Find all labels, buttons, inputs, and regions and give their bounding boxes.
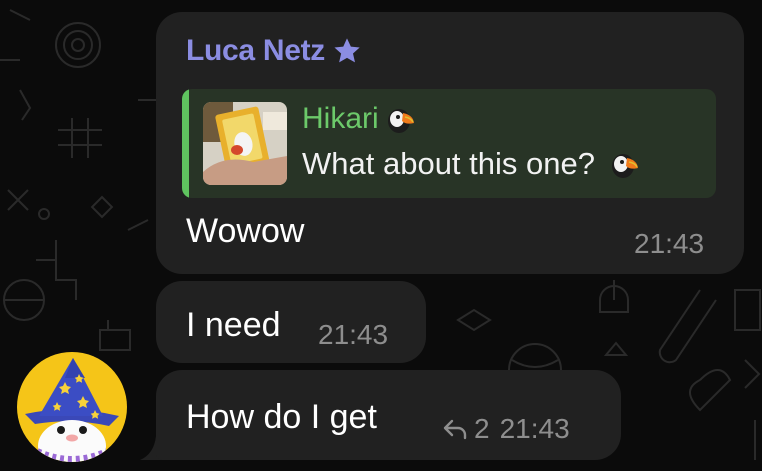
star-icon (334, 38, 360, 63)
reply-quote[interactable]: Hikari What about this one? (182, 89, 716, 198)
replies-count[interactable]: 2 (474, 413, 490, 445)
reply-sender-label: Hikari (302, 102, 379, 135)
reply-text-label: What about this one? (302, 146, 595, 181)
message-bubble-1[interactable]: Luca Netz Hikari What about this one? Wo… (156, 12, 744, 274)
puffin-emoji (611, 154, 638, 178)
message-time: 21:43 (634, 228, 705, 259)
message-text: I need (186, 306, 281, 344)
penguin-wizard-avatar[interactable] (17, 352, 127, 462)
message-meta: 2 21:43 (442, 413, 570, 445)
message-time: 21:43 (318, 319, 389, 350)
sender-name-label: Luca Netz (186, 34, 325, 67)
reply-thumbnail (203, 102, 287, 185)
reply-quote-bar (182, 89, 189, 198)
reply-message-text: What about this one? (302, 146, 641, 182)
sender-name[interactable]: Luca Netz (186, 34, 363, 68)
message-text: How do I get (186, 398, 377, 436)
reply-arrow-icon[interactable] (442, 418, 468, 440)
message-text: Wowow (186, 212, 305, 250)
message-bubble-2[interactable]: I need 21:43 (156, 281, 426, 363)
message-time: 21:43 (499, 413, 570, 444)
reply-sender-name: Hikari (302, 101, 417, 137)
puffin-emoji (387, 109, 414, 133)
message-bubble-3[interactable]: How do I get 2 21:43 (156, 370, 621, 460)
